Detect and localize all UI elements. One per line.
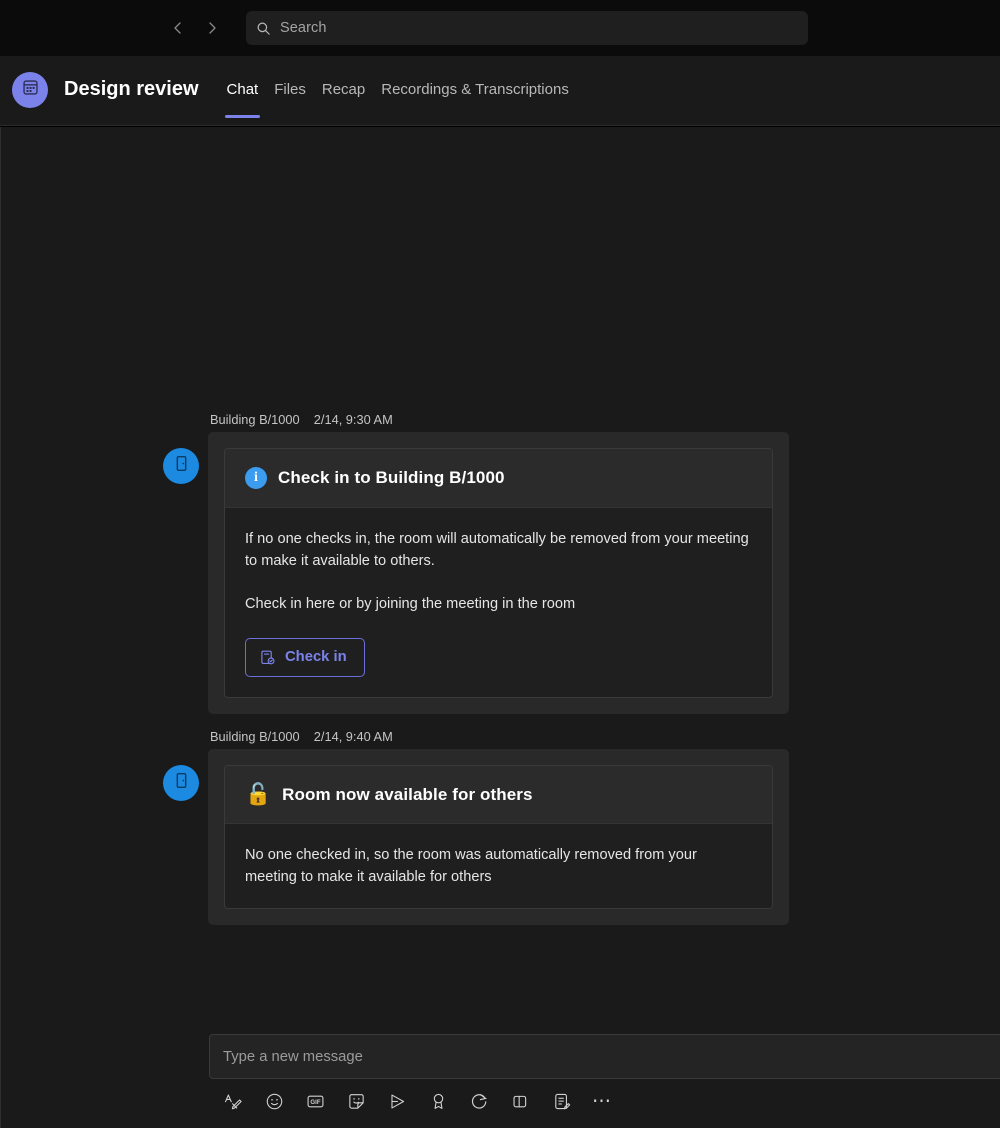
page-title: Design review xyxy=(64,78,199,100)
chat-message-list[interactable]: Building B/1000 2/14, 9:30 AM i Check in… xyxy=(0,127,1000,1128)
composer-toolbar: GIF ⋯ xyxy=(209,1087,1000,1115)
message-group-checkin: Building B/1000 2/14, 9:30 AM i Check in… xyxy=(1,412,1000,714)
tab-recap[interactable]: Recap xyxy=(314,80,373,120)
message-timestamp: 2/14, 9:40 AM xyxy=(313,729,393,744)
emoji-icon xyxy=(265,1092,284,1111)
back-button[interactable] xyxy=(162,12,194,44)
svg-text:GIF: GIF xyxy=(310,1098,320,1105)
more-options-icon: ⋯ xyxy=(592,1090,612,1112)
message-sender: Building B/1000 xyxy=(210,412,300,427)
meeting-header: Design review Chat Files Recap Recording… xyxy=(0,56,1000,126)
emoji-button[interactable] xyxy=(260,1087,288,1115)
tab-chat[interactable]: Chat xyxy=(219,80,267,120)
message-input-placeholder: Type a new message xyxy=(223,1048,363,1065)
message-meta: Building B/1000 2/14, 9:30 AM xyxy=(210,412,1000,427)
chevron-left-icon xyxy=(170,20,186,36)
message-group-room-available: Building B/1000 2/14, 9:40 AM 🔓 Room now… xyxy=(1,729,1000,926)
search-placeholder: Search xyxy=(280,20,327,36)
avatar xyxy=(163,765,199,801)
card-title: Check in to Building B/1000 xyxy=(278,468,505,487)
format-text-button[interactable] xyxy=(219,1087,247,1115)
card-paragraph: Check in here or by joining the meeting … xyxy=(245,596,576,613)
tab-recordings-transcriptions[interactable]: Recordings & Transcriptions xyxy=(373,80,577,120)
gif-icon: GIF xyxy=(306,1092,325,1111)
card-body: No one checked in, so the room was autom… xyxy=(225,824,772,908)
card-paragraph: No one checked in, so the room was autom… xyxy=(245,847,697,886)
sticker-icon xyxy=(347,1092,366,1111)
gif-button[interactable]: GIF xyxy=(301,1087,329,1115)
adaptive-card-checkin: i Check in to Building B/1000 If no one … xyxy=(224,448,773,698)
card-header: i Check in to Building B/1000 xyxy=(225,449,772,508)
search-icon xyxy=(256,21,271,36)
title-bar: Search xyxy=(0,0,1000,56)
polls-button[interactable] xyxy=(506,1087,534,1115)
message-timestamp: 2/14, 9:30 AM xyxy=(313,412,393,427)
stream-button[interactable] xyxy=(383,1087,411,1115)
check-in-button-label: Check in xyxy=(285,649,347,666)
card-header: 🔓 Room now available for others xyxy=(225,766,772,824)
more-options-button[interactable]: ⋯ xyxy=(588,1087,616,1115)
info-circle-icon: i xyxy=(245,467,267,489)
calendar-checkin-icon xyxy=(259,649,276,666)
poll-icon xyxy=(511,1092,530,1111)
message-sender: Building B/1000 xyxy=(210,729,300,744)
loop-icon xyxy=(470,1092,489,1111)
message-meta: Building B/1000 2/14, 9:40 AM xyxy=(210,729,1000,744)
meeting-tabs: Chat Files Recap Recordings & Transcript… xyxy=(219,80,577,126)
door-icon xyxy=(172,771,191,795)
loop-components-button[interactable] xyxy=(465,1087,493,1115)
message-bubble: i Check in to Building B/1000 If no one … xyxy=(208,432,789,714)
card-body: If no one checks in, the room will autom… xyxy=(225,508,772,697)
check-in-button[interactable]: Check in xyxy=(245,637,365,677)
unlock-emoji-icon: 🔓 xyxy=(245,783,272,806)
praise-button[interactable] xyxy=(424,1087,452,1115)
forward-button[interactable] xyxy=(196,12,228,44)
avatar xyxy=(163,448,199,484)
forms-button[interactable] xyxy=(547,1087,575,1115)
forms-icon xyxy=(552,1092,571,1111)
search-input[interactable]: Search xyxy=(246,11,808,45)
chevron-right-icon xyxy=(204,20,220,36)
praise-badge-icon xyxy=(429,1092,448,1111)
calendar-icon xyxy=(21,78,40,102)
format-text-icon xyxy=(224,1092,243,1111)
adaptive-card-room-available: 🔓 Room now available for others No one c… xyxy=(224,765,773,910)
send-plane-icon xyxy=(388,1092,407,1111)
tab-files[interactable]: Files xyxy=(266,80,314,120)
meeting-avatar xyxy=(12,72,48,108)
door-icon xyxy=(172,454,191,478)
card-title: Room now available for others xyxy=(282,784,533,804)
sticker-button[interactable] xyxy=(342,1087,370,1115)
message-bubble: 🔓 Room now available for others No one c… xyxy=(208,749,789,926)
message-composer: Type a new message GIF ⋯ xyxy=(209,1034,1000,1115)
card-paragraph: If no one checks in, the room will autom… xyxy=(245,531,749,570)
message-input[interactable]: Type a new message xyxy=(209,1034,1000,1079)
